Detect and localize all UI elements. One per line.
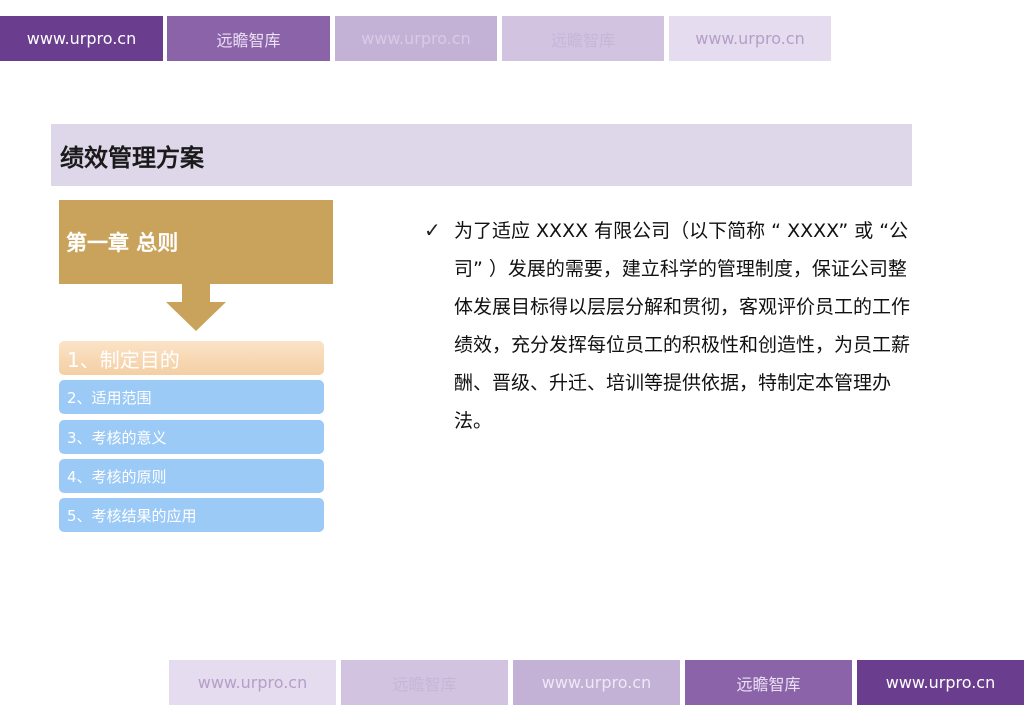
watermark-tab: www.urpro.cn: [857, 660, 1024, 705]
watermark-tab: www.urpro.cn: [513, 660, 680, 705]
nav-item-significance[interactable]: 3、考核的意义: [59, 420, 324, 454]
nav-item-label: 1、制定目的: [67, 347, 180, 372]
chapter-header: 第一章 总则: [59, 200, 333, 284]
watermark-tab: www.urpro.cn: [169, 660, 336, 705]
watermark-tab: 远瞻智库: [502, 16, 664, 61]
nav-item-principles[interactable]: 4、考核的原则: [59, 459, 324, 493]
down-arrow-icon: [166, 284, 226, 331]
watermark-tab: 远瞻智库: [341, 660, 508, 705]
watermark-tab: www.urpro.cn: [0, 16, 163, 61]
nav-item-scope[interactable]: 2、适用范围: [59, 380, 324, 414]
title-bar: 绩效管理方案: [51, 124, 912, 186]
checkmark-icon: ✓: [424, 218, 441, 242]
nav-item-purpose[interactable]: 1、制定目的: [59, 341, 324, 375]
content-panel: ✓ 为了适应 XXXX 有限公司（以下简称 “ XXXX” 或 “公司” ）发展…: [424, 212, 914, 440]
nav-item-result-application[interactable]: 5、考核结果的应用: [59, 498, 324, 532]
page-title: 绩效管理方案: [60, 143, 204, 172]
nav-item-label: 3、考核的意义: [67, 428, 167, 447]
watermark-tab: www.urpro.cn: [669, 16, 831, 61]
chapter-title: 第一章 总则: [66, 231, 179, 255]
watermark-tab: 远瞻智库: [167, 16, 330, 61]
watermark-tab: 远瞻智库: [685, 660, 852, 705]
nav-item-label: 2、适用范围: [67, 388, 152, 407]
watermark-tab: www.urpro.cn: [335, 16, 497, 61]
content-paragraph: 为了适应 XXXX 有限公司（以下简称 “ XXXX” 或 “公司” ）发展的需…: [454, 220, 911, 432]
nav-item-label: 4、考核的原则: [67, 467, 167, 486]
nav-item-label: 5、考核结果的应用: [67, 506, 197, 525]
